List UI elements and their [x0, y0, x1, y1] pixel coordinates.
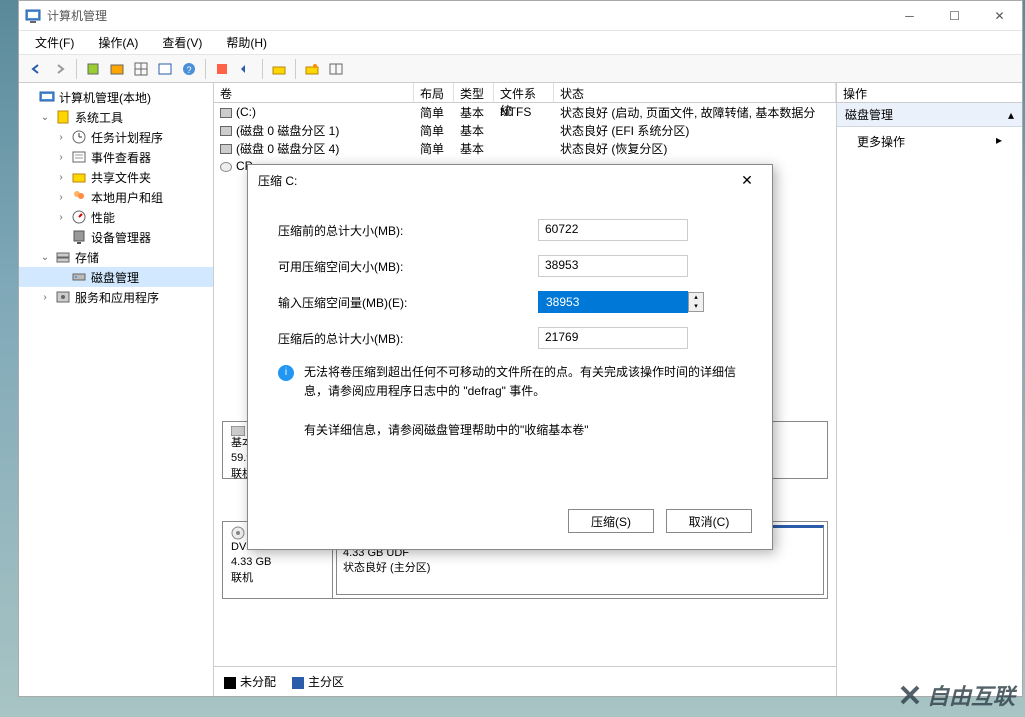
toolbar-btn-7[interactable]: [268, 58, 290, 80]
tree-root[interactable]: 计算机管理(本地): [19, 87, 213, 107]
legend-primary: 主分区: [308, 675, 344, 689]
volume-list-header: 卷 布局 类型 文件系统 状态: [214, 83, 836, 103]
spinner[interactable]: ▴▾: [688, 292, 704, 312]
dialog-titlebar: 压缩 C: ✕: [248, 165, 772, 195]
shrink-dialog: 压缩 C: ✕ 压缩前的总计大小(MB): 60722 可用压缩空间大小(MB)…: [247, 164, 773, 550]
forward-button[interactable]: [49, 58, 71, 80]
toolbar: ?: [19, 55, 1022, 83]
toolbar-btn-1[interactable]: [82, 58, 104, 80]
tree-task-scheduler[interactable]: ›任务计划程序: [19, 127, 213, 147]
toolbar-btn-9[interactable]: [325, 58, 347, 80]
volume-row[interactable]: (C:) 简单 基本 NTFS 状态良好 (启动, 页面文件, 故障转储, 基本…: [214, 103, 836, 121]
col-volume[interactable]: 卷: [214, 83, 414, 102]
titlebar: 计算机管理 ─ ☐ ✕: [19, 1, 1022, 31]
arrow-right-icon: ▸: [996, 133, 1002, 150]
actions-more[interactable]: 更多操作▸: [837, 127, 1022, 156]
volume-row[interactable]: (磁盘 0 磁盘分区 4) 简单 基本 状态良好 (恢复分区): [214, 139, 836, 157]
menu-file[interactable]: 文件(F): [31, 32, 78, 53]
tree-storage[interactable]: ⌄存储: [19, 247, 213, 267]
maximize-button[interactable]: ☐: [932, 1, 977, 30]
col-status[interactable]: 状态: [554, 83, 836, 102]
window-title: 计算机管理: [47, 7, 887, 24]
navigation-tree[interactable]: 计算机管理(本地) ⌄系统工具 ›任务计划程序 ›事件查看器 ›共享文件夹 ›本…: [19, 83, 214, 696]
info-text-1: 无法将卷压缩到超出任何不可移动的文件所在的点。有关完成该操作时间的详细信息，请参…: [304, 363, 742, 401]
actions-header: 操作: [837, 83, 1022, 103]
tree-device-manager[interactable]: 设备管理器: [19, 227, 213, 247]
total-after-label: 压缩后的总计大小(MB):: [278, 330, 538, 347]
collapse-icon: ▴: [1008, 108, 1014, 122]
close-button[interactable]: ✕: [977, 1, 1022, 30]
input-label: 输入压缩空间量(MB)(E):: [278, 294, 538, 311]
legend-unallocated: 未分配: [240, 675, 276, 689]
volume-row[interactable]: (磁盘 0 磁盘分区 1) 简单 基本 状态良好 (EFI 系统分区): [214, 121, 836, 139]
toolbar-btn-2[interactable]: [106, 58, 128, 80]
col-fs[interactable]: 文件系统: [494, 83, 554, 102]
col-type[interactable]: 类型: [454, 83, 494, 102]
actions-section[interactable]: 磁盘管理▴: [837, 103, 1022, 127]
col-layout[interactable]: 布局: [414, 83, 454, 102]
menu-action[interactable]: 操作(A): [94, 32, 142, 53]
tree-system-tools[interactable]: ⌄系统工具: [19, 107, 213, 127]
total-before-label: 压缩前的总计大小(MB):: [278, 222, 538, 239]
total-before-value: 60722: [538, 219, 688, 241]
legend: 未分配 主分区: [214, 666, 836, 696]
shrink-button[interactable]: 压缩(S): [568, 509, 654, 533]
available-value: 38953: [538, 255, 688, 277]
shrink-amount-input[interactable]: 38953: [538, 291, 688, 313]
menu-help[interactable]: 帮助(H): [222, 32, 271, 53]
total-after-value: 21769: [538, 327, 688, 349]
help-button[interactable]: ?: [178, 58, 200, 80]
spinner-up[interactable]: ▴: [689, 293, 703, 302]
toolbar-btn-4[interactable]: [154, 58, 176, 80]
cancel-button[interactable]: 取消(C): [666, 509, 752, 533]
tree-event-viewer[interactable]: ›事件查看器: [19, 147, 213, 167]
tree-disk-management[interactable]: 磁盘管理: [19, 267, 213, 287]
toolbar-btn-6[interactable]: [235, 58, 257, 80]
spinner-down[interactable]: ▾: [689, 302, 703, 311]
menubar: 文件(F) 操作(A) 查看(V) 帮助(H): [19, 31, 1022, 55]
menu-view[interactable]: 查看(V): [158, 32, 206, 53]
app-icon: [25, 8, 41, 24]
tree-local-users[interactable]: ›本地用户和组: [19, 187, 213, 207]
info-icon: i: [278, 365, 294, 381]
toolbar-btn-5[interactable]: [211, 58, 233, 80]
tree-shared-folders[interactable]: ›共享文件夹: [19, 167, 213, 187]
minimize-button[interactable]: ─: [887, 1, 932, 30]
dialog-close-button[interactable]: ✕: [732, 172, 762, 189]
back-button[interactable]: [25, 58, 47, 80]
info-text-2: 有关详细信息，请参阅磁盘管理帮助中的"收缩基本卷": [304, 421, 742, 438]
toolbar-btn-8[interactable]: [301, 58, 323, 80]
tree-services-apps[interactable]: ›服务和应用程序: [19, 287, 213, 307]
svg-text:?: ?: [186, 65, 191, 75]
tree-performance[interactable]: ›性能: [19, 207, 213, 227]
toolbar-btn-3[interactable]: [130, 58, 152, 80]
actions-panel: 操作 磁盘管理▴ 更多操作▸: [837, 83, 1022, 696]
dialog-title: 压缩 C:: [258, 172, 732, 189]
available-label: 可用压缩空间大小(MB):: [278, 258, 538, 275]
